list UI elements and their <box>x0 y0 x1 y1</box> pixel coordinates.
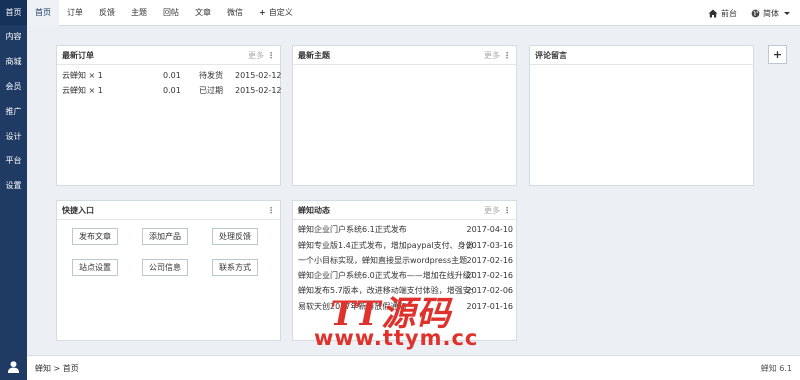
news-item[interactable]: 蝉知企业门户系统6.1正式发布 2017-04-10 <box>298 222 513 238</box>
news-title[interactable]: 蝉知企业门户系统6.1正式发布 <box>298 222 473 238</box>
news-item[interactable]: 蝉知专业版1.4正式发布，增加paypal支付、身份认证 2017-03-16 <box>298 238 513 254</box>
order-row[interactable]: 云蝉知 × 1 0.01 已过期 2015-02-12 <box>62 85 292 97</box>
news-item[interactable]: 一个小目标实现，蝉知直接显示wordpress主题 2017-02-16 <box>298 253 513 269</box>
sidebar-item-promotion[interactable]: 推广 <box>0 99 27 124</box>
globe-icon <box>751 9 760 17</box>
order-product[interactable]: 云蝉知 × 1 <box>62 85 103 97</box>
order-date: 2015-02-12 <box>235 86 282 95</box>
tab-threads[interactable]: 主题 <box>123 0 155 26</box>
main-tabs: 首页 订单 反馈 主题 回帖 文章 微信 + 自定义 <box>27 0 301 26</box>
kebab-menu-icon[interactable]: ⋮ <box>503 46 511 65</box>
panel-title: 最新订单 <box>62 51 94 60</box>
panel-quick-entry: 快捷入口 ⋮ 发布文章 添加产品 处理反馈 站点设置 公司信息 联系方式 <box>56 200 281 341</box>
add-widget-button[interactable]: + <box>768 45 787 64</box>
company-info-button[interactable]: 公司信息 <box>142 259 188 276</box>
panel-comments: 评论留言 <box>529 45 754 186</box>
sidebar-item-home[interactable]: 首页 <box>0 0 27 25</box>
sidebar-item-shop[interactable]: 商城 <box>0 49 27 74</box>
kebab-menu-icon[interactable]: ⋮ <box>503 201 511 220</box>
publish-article-button[interactable]: 发布文章 <box>72 228 118 245</box>
contact-info-button[interactable]: 联系方式 <box>212 259 258 276</box>
handle-feedback-button[interactable]: 处理反馈 <box>212 228 258 245</box>
news-title[interactable]: 一个小目标实现，蝉知直接显示wordpress主题 <box>298 253 473 269</box>
top-navbar: 首页 订单 反馈 主题 回帖 文章 微信 + 自定义 前台 简体 <box>27 0 800 26</box>
add-product-button[interactable]: 添加产品 <box>142 228 188 245</box>
panel-title: 快捷入口 <box>62 206 94 215</box>
news-date: 2017-03-16 <box>466 241 514 250</box>
panel-latest-threads: 最新主题 更多 ⋮ <box>292 45 517 186</box>
sidebar-item-content[interactable]: 内容 <box>0 24 27 49</box>
news-date: 2017-01-16 <box>466 302 514 311</box>
tab-replies[interactable]: 回帖 <box>155 0 187 26</box>
order-date: 2015-02-12 <box>235 71 282 80</box>
more-link[interactable]: 更多 <box>484 46 500 65</box>
sidebar-item-settings[interactable]: 设置 <box>0 173 27 198</box>
tab-home[interactable]: 首页 <box>27 0 59 26</box>
footer-bar: 蝉知 > 首页 蝉知 6.1 <box>27 355 800 380</box>
kebab-menu-icon[interactable]: ⋮ <box>267 46 275 65</box>
tab-feedback[interactable]: 反馈 <box>91 0 123 26</box>
news-date: 2017-02-06 <box>466 286 514 295</box>
watermark-url: www.ttym.cc <box>314 326 479 350</box>
panel-header: 最新订单 更多 ⋮ <box>57 46 280 65</box>
user-icon[interactable] <box>7 360 20 373</box>
breadcrumb-current[interactable]: 首页 <box>63 364 79 373</box>
tab-customize-label: 自定义 <box>268 8 293 17</box>
frontend-link[interactable]: 前台 <box>708 8 737 19</box>
breadcrumb-root[interactable]: 蝉知 <box>35 364 51 373</box>
panel-header: 最新主题 更多 ⋮ <box>293 46 516 65</box>
caret-down-icon <box>784 11 790 15</box>
panel-title: 评论留言 <box>535 51 567 60</box>
panel-header: 评论留言 <box>530 46 753 65</box>
news-date: 2017-04-10 <box>466 225 514 234</box>
sidebar-item-members[interactable]: 会员 <box>0 74 27 99</box>
frontend-label: 前台 <box>721 8 737 18</box>
order-status: 待发货 <box>199 71 223 80</box>
order-amount: 0.01 <box>163 71 181 80</box>
sidebar-item-platform[interactable]: 平台 <box>0 148 27 173</box>
tab-orders[interactable]: 订单 <box>59 0 91 26</box>
tab-customize[interactable]: + 自定义 <box>251 0 301 26</box>
panel-header: 快捷入口 ⋮ <box>57 201 280 220</box>
order-product[interactable]: 云蝉知 × 1 <box>62 70 103 82</box>
news-date: 2017-02-16 <box>466 271 514 280</box>
news-title[interactable]: 蝉知专业版1.4正式发布，增加paypal支付、身份认证 <box>298 238 473 254</box>
left-sidebar: 首页 内容 商城 会员 推广 设计 平台 设置 <box>0 0 27 380</box>
kebab-menu-icon[interactable]: ⋮ <box>267 201 275 220</box>
tab-articles[interactable]: 文章 <box>187 0 219 26</box>
panel-title: 蝉知动态 <box>298 206 330 215</box>
panel-title: 最新主题 <box>298 51 330 60</box>
order-status: 已过期 <box>199 86 223 95</box>
more-link[interactable]: 更多 <box>484 201 500 220</box>
language-dropdown[interactable]: 简体 <box>751 8 790 19</box>
news-title[interactable]: 蝉知企业门户系统6.0正式发布——增加在线升级功能 <box>298 268 473 284</box>
top-right-links: 前台 简体 <box>708 0 790 26</box>
panel-header: 蝉知动态 更多 ⋮ <box>293 201 516 220</box>
breadcrumb-separator: > <box>53 364 61 373</box>
version-label: 蝉知 6.1 <box>760 364 792 373</box>
panel-latest-orders: 最新订单 更多 ⋮ 云蝉知 × 1 0.01 待发货 2015-02-12 云蝉… <box>56 45 282 186</box>
more-link[interactable]: 更多 <box>248 46 264 65</box>
tab-wechat[interactable]: 微信 <box>219 0 251 26</box>
news-date: 2017-02-16 <box>466 256 514 265</box>
order-amount: 0.01 <box>163 86 181 95</box>
plus-icon: + <box>259 8 266 17</box>
news-item[interactable]: 蝉知企业门户系统6.0正式发布——增加在线升级功能 2017-02-16 <box>298 268 513 284</box>
sidebar-item-design[interactable]: 设计 <box>0 124 27 149</box>
language-label: 简体 <box>763 8 779 18</box>
home-icon <box>708 9 718 17</box>
site-settings-button[interactable]: 站点设置 <box>72 259 118 276</box>
breadcrumb: 蝉知 > 首页 <box>35 356 79 380</box>
order-row[interactable]: 云蝉知 × 1 0.01 待发货 2015-02-12 <box>62 70 292 82</box>
